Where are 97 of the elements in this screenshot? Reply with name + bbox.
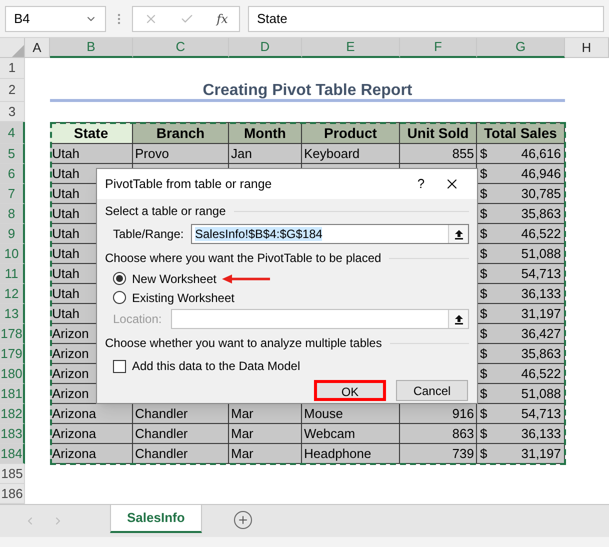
row-number[interactable]: 1	[0, 58, 25, 79]
row-number[interactable]: 6	[0, 164, 25, 184]
row-number[interactable]: 11	[0, 264, 25, 284]
table-cell: $ 46,616	[477, 144, 565, 164]
checkbox-label[interactable]: Add this data to the Data Model	[132, 357, 300, 375]
table-cell: 855	[400, 144, 477, 164]
report-title: Creating Pivot Table Report	[202, 80, 412, 100]
row-number[interactable]: 3	[0, 102, 25, 122]
table-cell: Chandler	[133, 404, 229, 424]
table-cell: Chandler	[133, 444, 229, 464]
range-field[interactable]: SalesInfo!$B$4:$G$184	[191, 224, 469, 244]
column-heading: Total Sales	[477, 122, 565, 144]
table-cell: $ 51,088	[477, 244, 565, 264]
cancel-button[interactable]: Cancel	[396, 380, 468, 401]
table-cell: Arizona	[50, 404, 133, 424]
radio-button[interactable]	[113, 272, 126, 285]
insert-function-button[interactable]: fx	[216, 10, 228, 28]
column-header[interactable]: F	[400, 38, 477, 58]
row-number[interactable]: 10	[0, 244, 25, 264]
row-number[interactable]: 185	[0, 464, 25, 484]
table-cell: Headphone	[302, 444, 400, 464]
table-cell: Arizona	[50, 424, 133, 444]
column-heading: Branch	[133, 122, 229, 144]
table-cell: $ 46,946	[477, 164, 565, 184]
collapse-dialog-button[interactable]	[448, 225, 468, 243]
table-cell: Chandler	[133, 424, 229, 444]
row-number[interactable]: 12	[0, 284, 25, 304]
table-cell: $ 31,197	[477, 444, 565, 464]
add-sheet-button[interactable]	[234, 511, 252, 529]
column-header[interactable]: B	[50, 38, 133, 58]
option-label[interactable]: New Worksheet	[132, 270, 216, 288]
row-number[interactable]: 183	[0, 424, 25, 444]
option-label[interactable]: Existing Worksheet	[132, 288, 234, 306]
name-box[interactable]: B4	[5, 6, 106, 32]
column-heading: Unit Sold	[400, 122, 477, 144]
column-header[interactable]: H	[565, 38, 609, 58]
table-cell: Utah	[50, 144, 133, 164]
table-cell: Mar	[229, 444, 302, 464]
table-cell: Mar	[229, 404, 302, 424]
location-field[interactable]	[171, 309, 469, 329]
help-button[interactable]: ?	[407, 174, 435, 194]
column-header[interactable]: E	[302, 38, 400, 58]
row-number[interactable]: 182	[0, 404, 25, 424]
column-header[interactable]: D	[229, 38, 302, 58]
table-cell: 916	[400, 404, 477, 424]
row-number[interactable]: 8	[0, 204, 25, 224]
table-cell: $ 54,713	[477, 404, 565, 424]
row-number[interactable]: 181	[0, 384, 25, 404]
table-cell: Webcam	[302, 424, 400, 444]
ok-button[interactable]: OK	[314, 380, 386, 401]
table-cell: Keyboard	[302, 144, 400, 164]
table-cell: $ 46,522	[477, 364, 565, 384]
row-number[interactable]: 7	[0, 184, 25, 204]
plus-icon	[236, 514, 249, 526]
table-cell: 739	[400, 444, 477, 464]
row-number[interactable]: 9	[0, 224, 25, 244]
row-number[interactable]: 4	[0, 122, 25, 144]
table-cell: $ 36,133	[477, 424, 565, 444]
radio-button[interactable]	[113, 291, 126, 304]
table-cell: $ 31,197	[477, 304, 565, 324]
table-cell: $ 36,133	[477, 284, 565, 304]
table-cell: $ 30,785	[477, 184, 565, 204]
column-header[interactable]: C	[133, 38, 229, 58]
row-number[interactable]: 180	[0, 364, 25, 384]
table-cell: $ 51,088	[477, 384, 565, 404]
range-value: SalesInfo!$B$4:$G$184	[195, 227, 322, 241]
column-heading: Month	[229, 122, 302, 144]
table-cell: Mouse	[302, 404, 400, 424]
table-cell: Arizona	[50, 444, 133, 464]
row-number[interactable]: 184	[0, 444, 25, 464]
table-cell: $ 36,427	[477, 324, 565, 344]
column-header[interactable]: G	[477, 38, 565, 58]
table-cell: Jan	[229, 144, 302, 164]
column-header[interactable]: A	[25, 38, 50, 58]
upload-arrow-icon	[454, 314, 464, 324]
table-cell: $ 46,522	[477, 224, 565, 244]
table-cell: Provo	[133, 144, 229, 164]
row-number[interactable]: 13	[0, 304, 25, 324]
collapse-dialog-button[interactable]	[448, 310, 468, 328]
row-number[interactable]: 178	[0, 324, 25, 344]
checkbox[interactable]	[113, 360, 126, 372]
column-heading: State	[50, 122, 133, 144]
row-number[interactable]: 5	[0, 144, 25, 164]
table-cell: $ 35,863	[477, 204, 565, 224]
sheet-tab[interactable]: SalesInfo	[110, 505, 202, 533]
table-cell: $ 54,713	[477, 264, 565, 284]
pointer-arrow-icon	[222, 274, 270, 284]
table-cell: Mar	[229, 424, 302, 444]
row-number[interactable]: 179	[0, 344, 25, 364]
corner-triangle-icon	[12, 45, 24, 57]
table-cell: $ 35,863	[477, 344, 565, 364]
upload-arrow-icon	[454, 228, 464, 240]
table-cell: 863	[400, 424, 477, 444]
formula-field[interactable]: State	[248, 6, 604, 32]
row-number[interactable]: 186	[0, 484, 25, 504]
row-number[interactable]: 2	[0, 79, 25, 102]
column-heading: Product	[302, 122, 400, 144]
